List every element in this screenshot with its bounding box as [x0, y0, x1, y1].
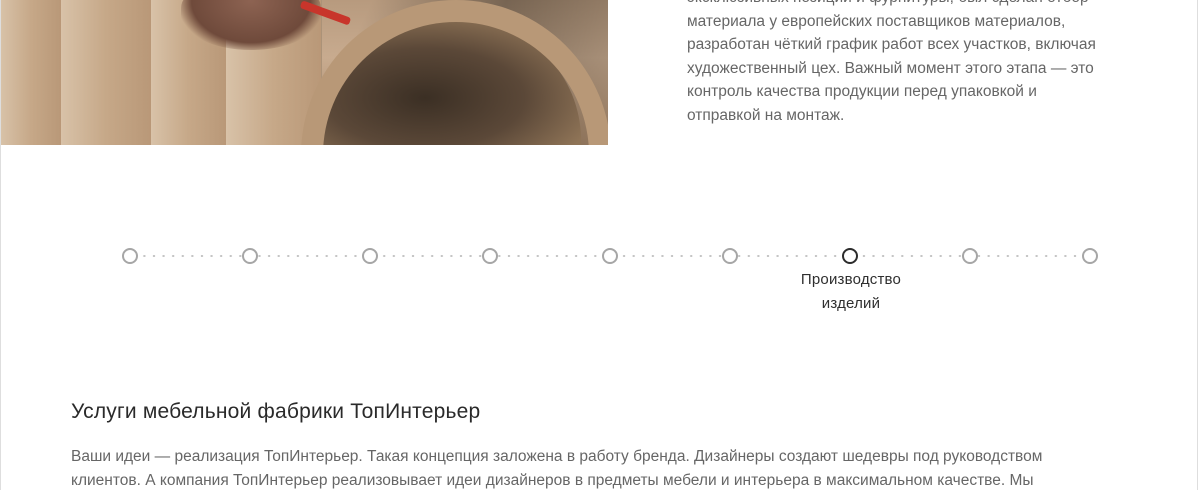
- photo-plank: [61, 0, 152, 145]
- services-heading: Услуги мебельной фабрики ТопИнтерьер: [71, 400, 481, 423]
- timeline-step-8[interactable]: [962, 248, 978, 264]
- stage-description-line: разработан чёткий график работ всех учас…: [687, 36, 1096, 53]
- active-step-label-line: изделий: [821, 295, 881, 312]
- photo-plank: [1, 0, 62, 145]
- page: эксклюзивных позиций и фурнитуры, был сд…: [0, 0, 1198, 490]
- timeline-step-9[interactable]: [1082, 248, 1098, 264]
- stage-description: эксклюзивных позиций и фурнитуры, был сд…: [687, 0, 1157, 127]
- stage-description-line: материала у европейских поставщиков мате…: [687, 12, 1066, 30]
- stage-description-line: художественный цех. Важный момент этого …: [687, 59, 1094, 77]
- active-step-label-line: Производство: [800, 271, 902, 288]
- timeline-step-1[interactable]: [122, 248, 138, 264]
- stage-description-line: контроль качества продукции перед упаков…: [687, 83, 1037, 100]
- timeline-step-7-active[interactable]: [842, 248, 858, 264]
- stage-description-line: эксклюзивных позиций и фурнитуры, был сд…: [687, 0, 1157, 10]
- timeline-step-3[interactable]: [362, 248, 378, 264]
- timeline-step-5[interactable]: [602, 248, 618, 264]
- stage-description-line: отправкой на монтаж.: [687, 106, 845, 124]
- services-text-line: Ваши идеи — реализация ТопИнтерьер. Така…: [71, 448, 1043, 465]
- services-text: Ваши идеи — реализация ТопИнтерьер. Така…: [71, 445, 1131, 490]
- timeline-step-2[interactable]: [242, 248, 258, 264]
- timeline-step-6[interactable]: [722, 248, 738, 264]
- timeline-step-4[interactable]: [482, 248, 498, 264]
- workshop-photo: [1, 0, 608, 145]
- process-timeline: [122, 247, 1098, 265]
- services-text-line: клиентов. А компания ТопИнтерьер реализо…: [71, 471, 1034, 489]
- active-step-label: Производство изделий: [771, 268, 931, 316]
